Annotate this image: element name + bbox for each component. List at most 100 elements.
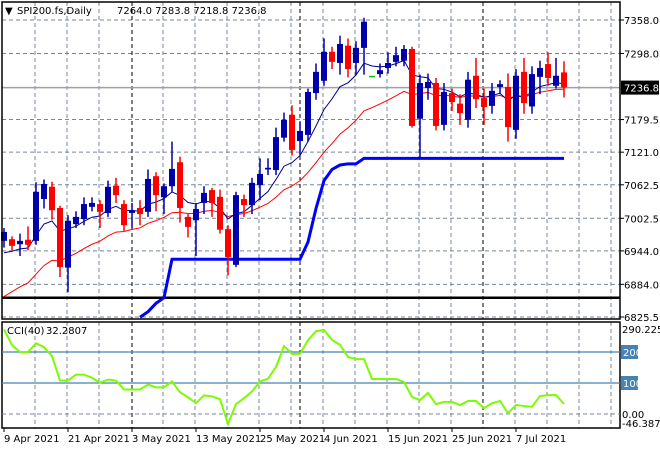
candle-body [209,190,215,203]
candle-body [353,47,359,63]
date-tick-label: 25 May 2021 [260,434,325,445]
candle-body [489,90,495,106]
cci-value-label: 32.2807 [46,326,87,337]
candle-body [65,220,71,268]
cci-level-label: 200 [623,348,642,359]
candle-body [433,83,439,126]
candle-body [401,49,407,61]
candle-body [137,207,143,215]
candle-body [313,71,319,94]
candle-body [217,196,223,230]
candle-body [377,70,383,75]
candle-body [17,240,23,245]
candle-body [225,229,231,258]
candle-body [537,67,543,77]
date-tick-label: 3 May 2021 [132,434,191,445]
candle-body [161,186,167,198]
candle-body [105,186,111,213]
ohlc-readout: 7264.0 7283.8 7218.8 7236.8 [117,6,267,17]
candle-body [289,114,295,150]
chart-canvas[interactable]: ▼ SPI200.fs,Daily 7264.0 7283.8 7218.8 723… [0,0,660,450]
price-tick-label: 7121.0 [624,148,659,159]
candle-body [369,75,375,78]
candle-body [89,202,95,207]
candle-body [473,75,479,100]
date-tick-label: 21 Apr 2021 [68,434,130,445]
price-tick-label: 7358.0 [624,16,659,27]
cci-line [3,328,565,427]
date-tick-label: 15 Jun 2021 [388,434,448,445]
date-tick-label: 4 Jun 2021 [324,434,378,445]
current-price-label: 7236.8 [624,84,659,95]
date-tick-label: 9 Apr 2021 [4,434,59,445]
candle-body [417,83,423,119]
candle-body [193,209,199,221]
candle-body [9,239,15,246]
candle-body [305,91,311,135]
candle-body [345,45,351,70]
candle-body [481,98,487,108]
candle-body [281,119,287,138]
candle-body [505,86,511,128]
candle-body [121,204,127,226]
candle-body [529,74,535,107]
candle-body [425,81,431,89]
candle-body [81,204,87,220]
cci-name-label: CCI(40) [7,326,45,337]
candle-body [33,191,39,241]
candle-body [297,130,303,142]
cci-level-label: 100 [623,379,642,390]
candle-body [513,75,519,130]
candle-body [201,192,207,203]
candle-body [113,185,119,196]
candle-body [465,79,471,120]
candle-body [553,75,559,86]
candle-body [41,183,47,200]
price-tick-label: 7062.5 [624,181,659,192]
candle-body [97,204,103,212]
price-tick-label: 7179.5 [624,116,659,127]
candle-body [561,72,567,88]
date-tick-label: 25 Jun 2021 [452,434,512,445]
price-tick-label: 6825.5 [624,313,659,324]
candle-body [521,71,527,104]
candle-body [25,239,31,245]
candle-body [321,51,327,81]
candle-body [49,186,55,211]
candle-body [265,167,271,170]
candle-body [545,64,551,79]
candle-body [273,137,279,171]
candle-body [169,168,175,187]
candle-body [385,62,391,68]
candle-body [57,207,63,268]
candle-body [129,210,135,213]
candle-body [441,91,447,125]
candle-body [329,51,335,62]
candle-body [257,173,263,186]
candle-body [497,84,503,87]
candle-body [73,216,79,225]
candle-body [337,43,343,63]
candle-body [449,93,455,102]
price-tick-label: 6884.0 [624,280,659,291]
menu-arrow-icon: ▼ [5,6,13,17]
candle-body [409,49,415,126]
candle-body [177,162,183,208]
candle-body [153,176,159,196]
date-tick-label: 7 Jul 2021 [516,434,566,445]
symbol-label: SPI200.fs,Daily [17,6,92,17]
price-tick-label: 7298.0 [624,49,659,60]
candle-body [393,55,399,62]
price-tick-label: 7002.5 [624,214,659,225]
candle-body [249,182,255,206]
trading-chart[interactable]: ▼ SPI200.fs,Daily 7264.0 7283.8 7218.8 723… [0,0,660,450]
cci-max-label: 290.2255 [622,325,660,336]
support-trailing-line [139,156,564,319]
date-tick-label: 13 May 2021 [196,434,261,445]
candle-body [145,178,151,212]
candle-body [361,21,367,48]
candle-body [233,195,239,265]
cci-min-label: -46.3873 [622,419,660,430]
main-panel-border [1,1,621,320]
candle-body [185,216,191,227]
